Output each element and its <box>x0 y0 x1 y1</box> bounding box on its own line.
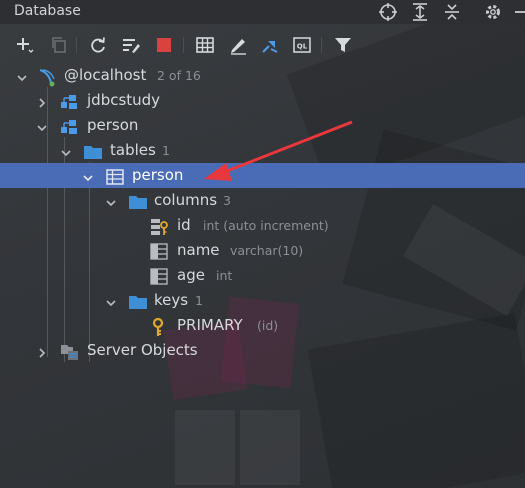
annotation-arrow-icon <box>204 120 353 181</box>
